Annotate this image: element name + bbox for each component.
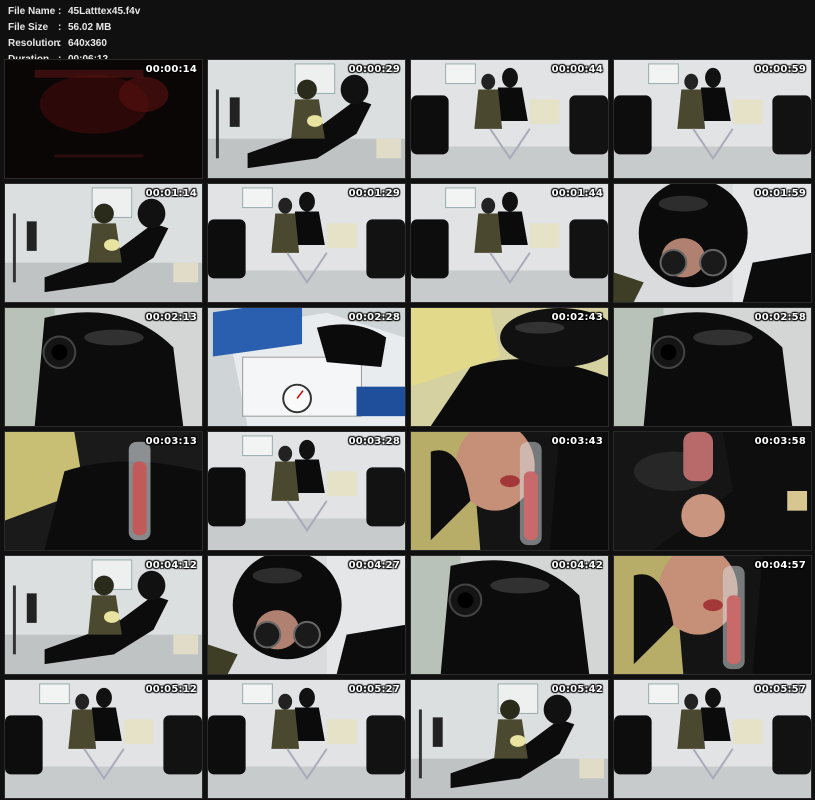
thumbnail-timestamp: 00:05:12 [145, 684, 197, 695]
video-thumbnail: 00:02:43 [410, 307, 609, 427]
thumbnail-timestamp: 00:03:43 [551, 436, 603, 447]
thumbnail-timestamp: 00:00:29 [348, 64, 400, 75]
thumbnail-timestamp: 00:02:13 [145, 312, 197, 323]
file-info-row: File Name:45Latttex45.f4v [8, 4, 140, 20]
file-info-label: Resolution [8, 38, 60, 49]
file-info-label: File Name [8, 6, 56, 17]
video-thumbnail: 00:04:42 [410, 555, 609, 675]
video-thumbnail: 00:02:58 [613, 307, 812, 427]
video-thumbnail: 00:03:58 [613, 431, 812, 551]
thumbnail-timestamp: 00:02:58 [754, 312, 806, 323]
thumbnail-timestamp: 00:04:57 [754, 560, 806, 571]
video-thumbnail: 00:01:29 [207, 183, 406, 303]
thumbnail-timestamp: 00:01:44 [551, 188, 603, 199]
thumbnail-image [5, 184, 202, 302]
video-thumbnail: 00:00:44 [410, 59, 609, 179]
video-thumbnail: 00:03:43 [410, 431, 609, 551]
video-thumbnail: 00:04:57 [613, 555, 812, 675]
file-info-separator: : [58, 22, 62, 33]
video-thumbnail: 00:01:14 [4, 183, 203, 303]
thumbnail-timestamp: 00:00:14 [145, 64, 197, 75]
file-info-row: File Size:56.02 MB [8, 20, 140, 36]
thumbnail-timestamp: 00:03:13 [145, 436, 197, 447]
thumbnail-image [411, 556, 608, 674]
thumbnail-image [411, 60, 608, 178]
thumbnail-image [208, 556, 405, 674]
video-thumbnail: 00:00:29 [207, 59, 406, 179]
thumbnail-image [614, 556, 811, 674]
file-info-separator: : [58, 6, 62, 17]
thumbnail-timestamp: 00:01:59 [754, 188, 806, 199]
thumbnail-timestamp: 00:05:27 [348, 684, 400, 695]
file-info-label: File Size [8, 22, 49, 33]
thumbnail-timestamp: 00:03:28 [348, 436, 400, 447]
video-thumbnail: 00:03:13 [4, 431, 203, 551]
file-info-separator: : [58, 38, 62, 49]
video-thumbnail: 00:03:28 [207, 431, 406, 551]
video-thumbnail: 00:04:12 [4, 555, 203, 675]
thumbnail-timestamp: 00:00:44 [551, 64, 603, 75]
video-thumbnail: 00:05:42 [410, 679, 609, 799]
file-info-row: Resolution:640x360 [8, 36, 140, 52]
video-thumbnail: 00:05:12 [4, 679, 203, 799]
thumbnail-image [5, 308, 202, 426]
thumbnail-image [411, 680, 608, 798]
thumbnail-image [208, 308, 405, 426]
thumbnail-image [5, 60, 202, 178]
thumbnail-image [208, 680, 405, 798]
thumbnail-image [5, 556, 202, 674]
file-info-value: 56.02 MB [68, 22, 112, 33]
thumbnail-image [411, 184, 608, 302]
thumbnail-image [614, 308, 811, 426]
thumbnail-timestamp: 00:03:58 [754, 436, 806, 447]
thumbnail-timestamp: 00:02:43 [551, 312, 603, 323]
video-thumbnail: 00:00:59 [613, 59, 812, 179]
thumbnail-image [411, 308, 608, 426]
video-thumbnail: 00:01:59 [613, 183, 812, 303]
video-thumbnail: 00:04:27 [207, 555, 406, 675]
thumbnail-timestamp: 00:01:29 [348, 188, 400, 199]
thumbnail-timestamp: 00:00:59 [754, 64, 806, 75]
video-thumbnail: 00:02:28 [207, 307, 406, 427]
thumbnail-timestamp: 00:02:28 [348, 312, 400, 323]
thumbnail-image [208, 184, 405, 302]
video-thumbnail: 00:05:27 [207, 679, 406, 799]
thumbnail-image [614, 432, 811, 550]
thumbnail-timestamp: 00:04:27 [348, 560, 400, 571]
file-info-value: 45Latttex45.f4v [68, 6, 141, 17]
video-thumbnail: 00:00:14 [4, 59, 203, 179]
thumbnail-image [208, 60, 405, 178]
file-info-value: 640x360 [68, 38, 107, 49]
thumbnail-image [614, 680, 811, 798]
thumbnail-timestamp: 00:05:42 [551, 684, 603, 695]
thumbnail-timestamp: 00:01:14 [145, 188, 197, 199]
thumbnail-timestamp: 00:05:57 [754, 684, 806, 695]
thumbnail-image [5, 432, 202, 550]
thumbnail-grid: 00:00:14 00:00:29 00:00:44 00:00:59 00:01:14… [4, 59, 812, 799]
thumbnail-image [208, 432, 405, 550]
thumbnail-image [5, 680, 202, 798]
video-thumbnail: 00:02:13 [4, 307, 203, 427]
thumbnail-image [614, 60, 811, 178]
video-thumbnail: 00:05:57 [613, 679, 812, 799]
video-thumbnail: 00:01:44 [410, 183, 609, 303]
thumbnail-timestamp: 00:04:12 [145, 560, 197, 571]
thumbnail-image [614, 184, 811, 302]
thumbnail-timestamp: 00:04:42 [551, 560, 603, 571]
thumbnail-image [411, 432, 608, 550]
